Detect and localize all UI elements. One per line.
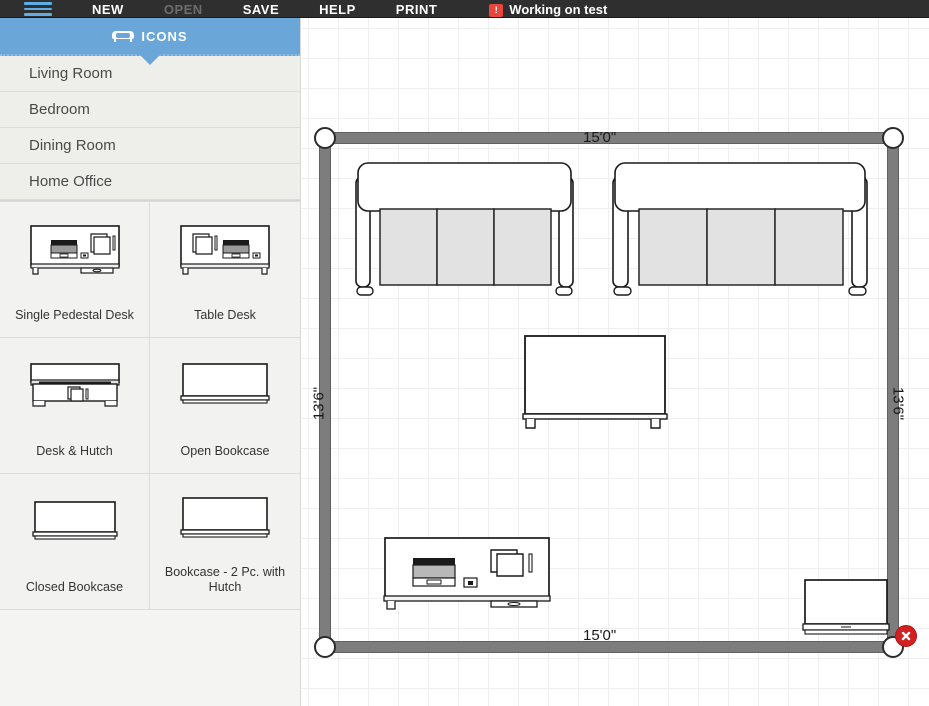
tab-icons[interactable]: ICONS — [0, 18, 300, 65]
item-label: Single Pedestal Desk — [15, 308, 134, 322]
tab-caret-icon — [139, 54, 161, 65]
item-label: Open Bookcase — [180, 444, 270, 458]
bookcase-hutch-icon — [177, 492, 273, 554]
item-label: Closed Bookcase — [25, 580, 124, 594]
sofa-icon — [112, 29, 135, 43]
menu-help[interactable]: HELP — [319, 3, 356, 17]
tab-icons-label: ICONS — [141, 28, 188, 44]
item-label: Bookcase - 2 Pc. with Hutch — [164, 565, 286, 594]
open-bookcase-icon — [177, 356, 273, 418]
dimension-right: 13'6" — [889, 386, 907, 421]
floor-desk-with-laptop[interactable] — [381, 530, 556, 622]
alert-badge-icon: ! — [489, 4, 504, 17]
desk-hutch-icon — [27, 356, 123, 418]
furniture-item-closed-bookcase[interactable]: Closed Bookcase — [0, 474, 150, 610]
floorplan-canvas[interactable]: 15'0" 15'0" 13'6" 13'6" — [301, 18, 929, 706]
item-label: Table Desk — [194, 308, 256, 322]
sidebar: ICONS Living Room Bedroom Dining Room Ho… — [0, 18, 301, 706]
table-desk-icon — [177, 220, 273, 282]
menu-open[interactable]: OPEN — [164, 3, 203, 17]
furniture-item-single-pedestal-desk[interactable]: Single Pedestal Desk — [0, 202, 150, 338]
floor-planner-app: NEW OPEN SAVE HELP PRINT ! Working on te… — [0, 0, 929, 706]
floor-bookcase[interactable] — [801, 574, 893, 640]
sidebar-item-home-office[interactable]: Home Office — [0, 164, 300, 200]
menu-save[interactable]: SAVE — [243, 3, 279, 17]
sidebar-item-bedroom[interactable]: Bedroom — [0, 92, 300, 128]
furniture-item-table-desk[interactable]: Table Desk — [150, 202, 300, 338]
floor-sofa-left[interactable] — [352, 159, 577, 309]
furniture-item-desk-and-hutch[interactable]: Desk & Hutch — [0, 338, 150, 474]
sidebar-item-dining-room[interactable]: Dining Room — [0, 128, 300, 164]
delete-room-button[interactable] — [895, 625, 917, 647]
furniture-item-grid: Single Pedestal Desk Table Desk Desk & H… — [0, 201, 300, 610]
category-list: Living Room Bedroom Dining Room Home Off… — [0, 56, 300, 201]
dimension-top: 15'0" — [583, 129, 617, 146]
corner-handle-top-left[interactable] — [314, 127, 336, 149]
item-label: Desk & Hutch — [36, 444, 113, 458]
dimension-left: 13'6" — [310, 386, 328, 421]
corner-handle-bottom-left[interactable] — [314, 636, 336, 658]
floor-coffee-table[interactable] — [521, 318, 671, 433]
closed-bookcase-icon — [27, 492, 123, 554]
menu-new[interactable]: NEW — [92, 3, 124, 17]
status-text: Working on test — [509, 2, 608, 17]
menu-print[interactable]: PRINT — [396, 3, 438, 17]
floor-sofa-right[interactable] — [609, 159, 871, 309]
dimension-bottom: 15'0" — [583, 627, 617, 644]
desk-with-laptop-icon — [27, 220, 123, 282]
corner-handle-top-right[interactable] — [882, 127, 904, 149]
hamburger-menu-icon[interactable] — [24, 1, 52, 16]
furniture-item-open-bookcase[interactable]: Open Bookcase — [150, 338, 300, 474]
furniture-item-bookcase-2pc-hutch[interactable]: Bookcase - 2 Pc. with Hutch — [150, 474, 300, 610]
project-status: ! Working on test — [489, 3, 607, 17]
close-icon — [901, 631, 911, 641]
top-menu-bar: NEW OPEN SAVE HELP PRINT ! Working on te… — [0, 0, 929, 18]
